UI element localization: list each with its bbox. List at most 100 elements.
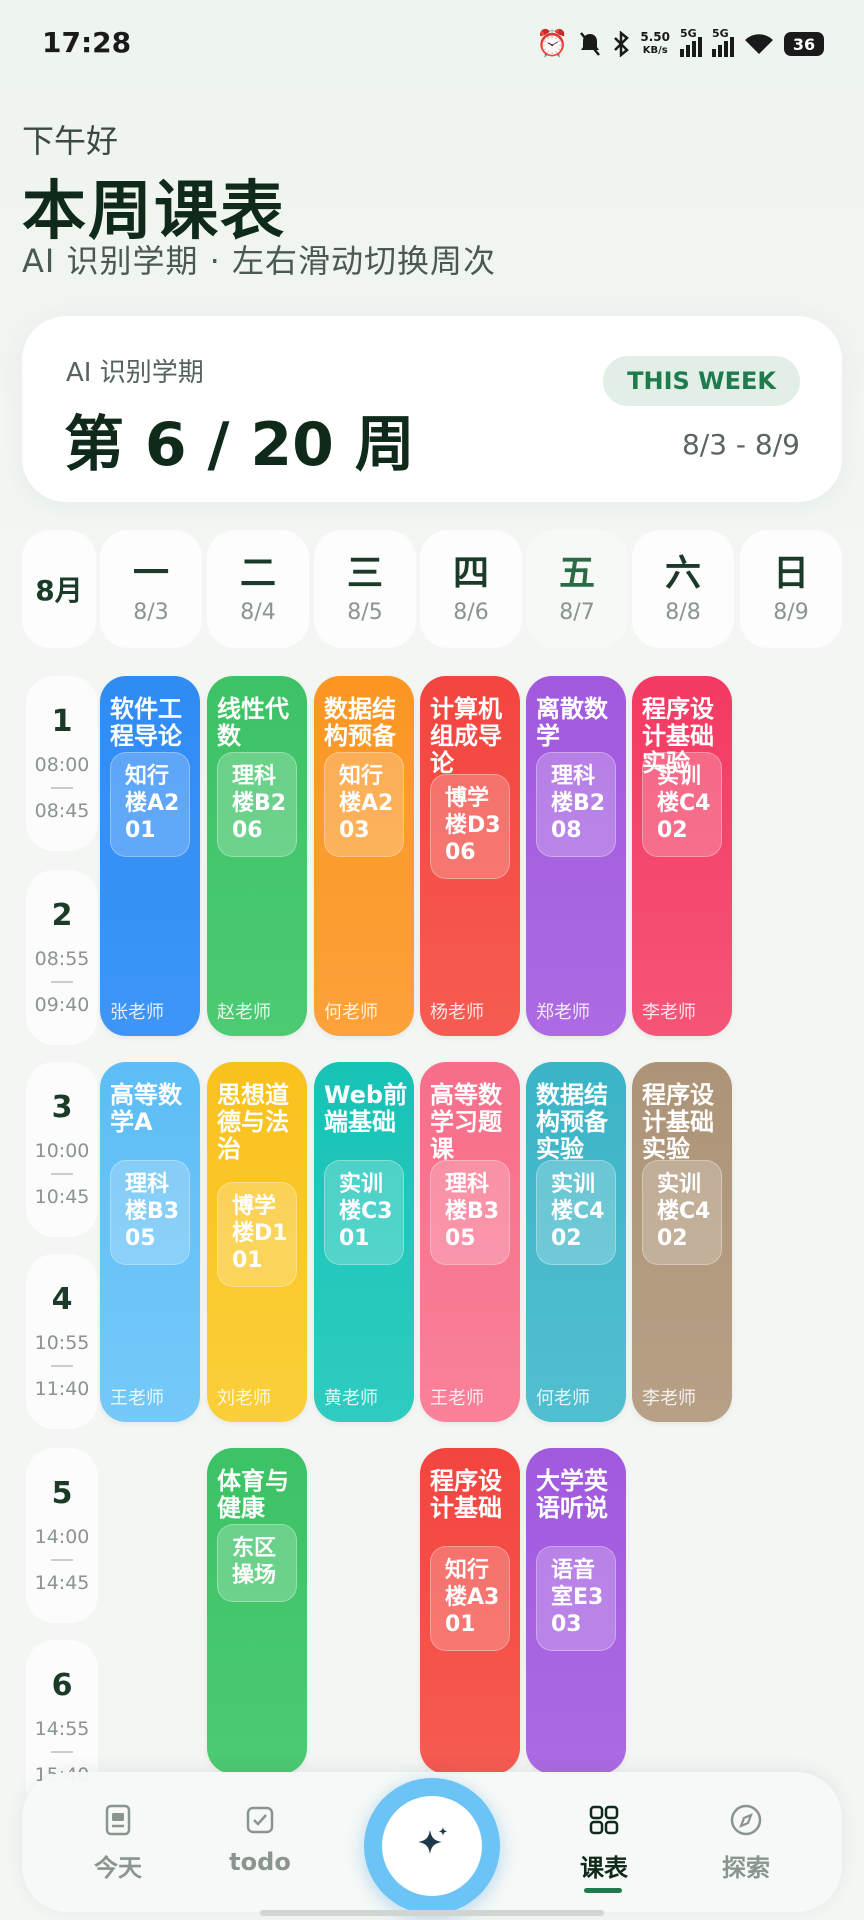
period-divider [51,1559,73,1561]
day-header: 五 8/7 [526,530,628,648]
this-week-badge[interactable]: THIS WEEK [603,356,800,406]
course-block[interactable]: 数据结构预备 知行楼A203 何老师 [314,676,414,1036]
active-tab-indicator [584,1888,622,1893]
course-room: 知行楼A203 [324,752,404,857]
period-cell: 5 14:00 14:45 [26,1448,98,1623]
course-room: 知行楼A301 [430,1546,510,1651]
period-cell: 3 10:00 10:45 [26,1062,98,1237]
period-end: 08:45 [34,800,90,822]
period-start: 14:55 [34,1718,90,1740]
day-date: 8/4 [240,599,276,625]
course-room: 理科楼B305 [110,1160,190,1265]
period-end: 10:45 [34,1186,90,1208]
period-divider [51,787,73,789]
course-teacher: 黄老师 [324,1388,378,1409]
greeting: 下午好 [22,122,119,160]
course-block[interactable]: 数据结构预备实验 实训楼C402 何老师 [526,1062,626,1422]
course-block[interactable]: 离散数学 理科楼B208 郑老师 [526,676,626,1036]
day-header: 日 8/9 [740,530,842,648]
course-block[interactable]: 计算机组成导论 博学楼D306 杨老师 [420,676,520,1036]
course-block[interactable]: 体育与健康 东区操场 [207,1448,307,1774]
period-number: 3 [51,1090,73,1125]
course-room: 实训楼C402 [642,1160,722,1265]
signal-icon-2: 5G [712,27,734,57]
nav-explore[interactable]: 探索 [696,1802,796,1883]
period-divider [51,1751,73,1753]
nav-schedule[interactable]: 课表 [554,1802,654,1893]
checkbox-icon [246,1806,274,1834]
compass-icon [730,1804,762,1836]
course-teacher: 王老师 [110,1388,164,1409]
course-name: Web前端基础 [324,1081,408,1136]
nav-todo-label: todo [229,1848,291,1876]
day-header: 四 8/6 [420,530,522,648]
course-block[interactable]: 线性代数 理科楼B206 赵老师 [207,676,307,1036]
course-name: 体育与健康 [217,1467,289,1522]
course-teacher: 张老师 [110,1002,164,1023]
course-block[interactable]: 软件工程导论 知行楼A201 张老师 [100,676,200,1036]
day-date: 8/7 [559,599,595,625]
course-block[interactable]: 思想道德与法治 博学楼D101 刘老师 [207,1062,307,1422]
course-room: 博学楼D101 [217,1182,297,1287]
course-name: 高等数学A [110,1081,182,1136]
mute-icon [580,32,601,56]
course-name: 计算机组成导论 [430,695,502,777]
course-name: 软件工程导论 [110,695,182,750]
period-number: 1 [51,704,73,739]
period-start: 10:55 [34,1332,90,1354]
course-block[interactable]: 大学英语听说语音室E303 [526,1448,626,1774]
current-week: 第 6 / 20 周 [64,410,415,480]
day-date: 8/5 [347,599,383,625]
course-teacher: 杨老师 [430,1002,484,1023]
period-number: 6 [51,1668,73,1703]
bluetooth-icon [614,31,630,57]
grid-icon [589,1805,619,1835]
course-block[interactable]: Web前端基础实训楼C301 黄老师 [314,1062,414,1422]
course-block[interactable]: 程序设计基础 知行楼A301 [420,1448,520,1774]
course-block[interactable]: 高等数学A 理科楼B305 王老师 [100,1062,200,1422]
period-cell: 4 10:55 11:40 [26,1254,98,1429]
day-date: 8/9 [773,599,809,625]
weekday-label: 三 [346,552,383,594]
period-divider [51,1173,73,1175]
weekday-label: 二 [239,552,276,594]
course-block[interactable]: 程序设计基础实验 实训楼C402 李老师 [632,676,732,1036]
course-teacher: 何老师 [324,1002,378,1023]
weekday-label: 一 [132,552,169,594]
course-name: 线性代数 [217,695,289,750]
wifi-icon [745,34,773,54]
period-number: 2 [51,898,73,933]
weekday-label: 日 [772,552,809,594]
week-card[interactable]: AI 识别学期 第 6 / 20 周 THIS WEEK 8/3 - 8/9 [22,316,842,502]
day-date: 8/6 [453,599,489,625]
course-block[interactable]: 高等数学习题课 理科楼B305 王老师 [420,1062,520,1422]
course-teacher: 李老师 [642,1002,696,1023]
period-cell: 2 08:55 09:40 [26,870,98,1045]
day-header: 六 8/8 [632,530,734,648]
course-room: 理科楼B208 [536,752,616,857]
period-divider [51,1365,73,1367]
period-start: 08:00 [34,754,90,776]
period-divider [51,981,73,983]
nav-todo[interactable]: todo [210,1802,310,1876]
course-room: 理科楼B305 [430,1160,510,1265]
course-room: 语音室E303 [536,1546,616,1651]
status-time: 17:28 [42,26,132,59]
course-room: 实训楼C301 [324,1160,404,1265]
ai-assistant-button[interactable] [364,1778,500,1914]
period-end: 09:40 [34,994,90,1016]
course-name: 数据结构预备实验 [536,1081,608,1163]
course-name: 大学英语听说 [536,1467,608,1522]
alarm-icon: ⏰ [536,29,569,59]
period-cell: 1 08:00 08:45 [26,676,98,851]
nav-today[interactable]: 今天 [68,1802,168,1883]
weekday-label: 四 [452,552,489,594]
course-teacher: 赵老师 [217,1002,271,1023]
weekday-label: 五 [558,552,595,594]
nav-schedule-label: 课表 [580,1854,628,1882]
course-name: 高等数学习题课 [430,1081,502,1163]
course-block[interactable]: 程序设计基础实验 实训楼C402 李老师 [632,1062,732,1422]
page-subtitle: AI 识别学期 · 左右滑动切换周次 [22,242,497,280]
course-name: 思想道德与法治 [217,1081,289,1163]
day-date: 8/8 [665,599,701,625]
